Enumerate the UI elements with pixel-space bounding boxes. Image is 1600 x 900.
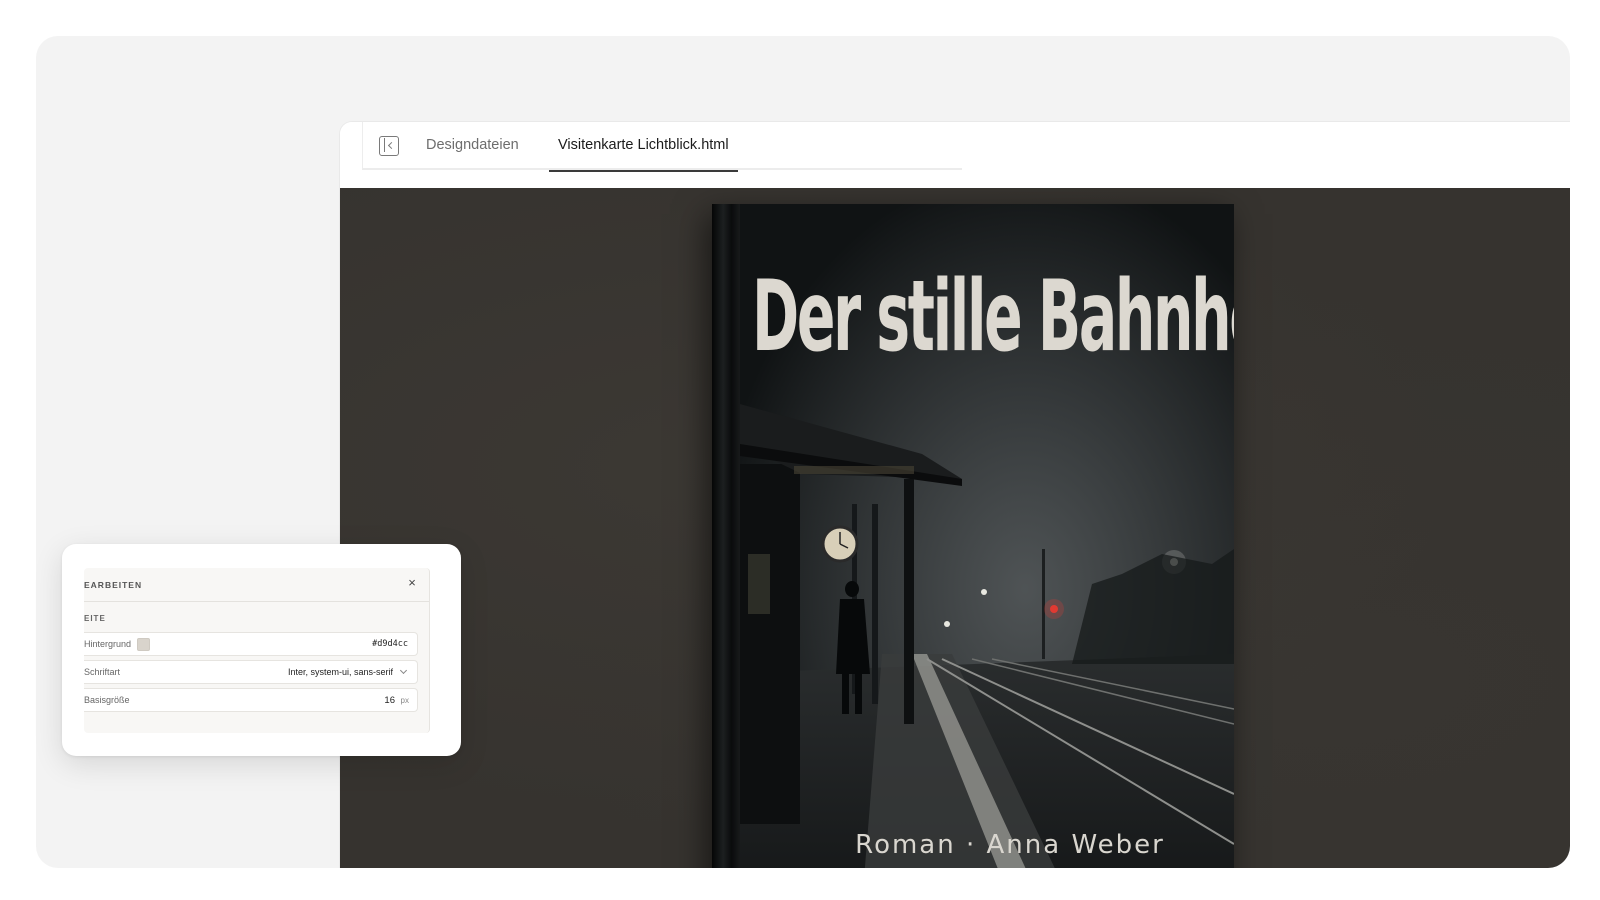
tab-visitenkarte[interactable]: Visitenkarte Lichtblick.html [549, 122, 738, 172]
base-size-value[interactable]: 16 [384, 695, 395, 706]
tab-bar: Designdateien Visitenkarte Lichtblick.ht… [340, 122, 1570, 188]
background-label: Hintergrund [84, 639, 132, 649]
background-color-field[interactable]: Hintergrund #d9d4cc [84, 632, 418, 656]
panel-header: EARBEITEN × [84, 568, 429, 602]
font-label: Schriftart [84, 667, 121, 677]
sidebar-toggle-icon[interactable] [379, 136, 399, 156]
tab-label: Designdateien [426, 137, 519, 153]
app-window: Designdateien Visitenkarte Lichtblick.ht… [340, 122, 1570, 868]
book-title: Der stille Bahnhof [752, 260, 1234, 374]
book-spine [712, 204, 740, 868]
design-canvas[interactable]: Der stille Bahnhof Roman · Anna Weber [340, 188, 1570, 868]
section-label: EITE [84, 614, 106, 623]
book-cover[interactable]: Der stille Bahnhof Roman · Anna Weber [712, 204, 1234, 868]
edit-panel: EARBEITEN × EITE Hintergrund #d9d4cc Sch… [84, 568, 430, 733]
chevron-down-icon[interactable] [399, 666, 408, 675]
base-size-label: Basisgröße [84, 695, 130, 705]
edit-panel-card: EARBEITEN × EITE Hintergrund #d9d4cc Sch… [62, 544, 461, 756]
color-swatch[interactable] [137, 638, 150, 651]
tab-strip: Designdateien Visitenkarte Lichtblick.ht… [362, 122, 962, 172]
font-family-select[interactable]: Schriftart Inter, system-ui, sans-serif [84, 660, 418, 684]
tab-designdateien[interactable]: Designdateien [426, 122, 519, 170]
book-subtitle: Roman · Anna Weber [855, 830, 1165, 860]
base-size-field[interactable]: Basisgröße 16 px [84, 688, 418, 712]
base-size-unit: px [400, 696, 409, 705]
tab-label: Visitenkarte Lichtblick.html [558, 137, 729, 153]
close-icon[interactable]: × [405, 576, 419, 590]
panel-title: EARBEITEN [84, 580, 143, 590]
font-value: Inter, system-ui, sans-serif [287, 667, 393, 677]
background-value[interactable]: #d9d4cc [372, 639, 408, 649]
